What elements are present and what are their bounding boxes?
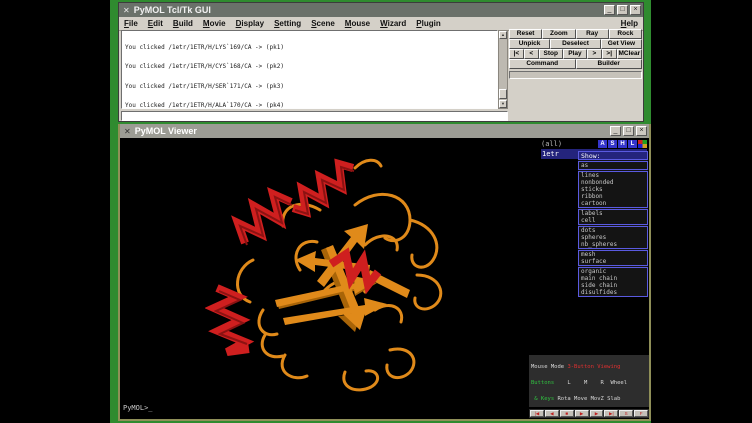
deselect-button[interactable]: Deselect	[550, 39, 601, 49]
object-all-label: (all)	[541, 140, 562, 148]
vcr-f-button[interactable]: F	[634, 410, 648, 417]
feedback-strip	[509, 71, 642, 79]
scroll-down-icon[interactable]: ▼	[499, 100, 507, 108]
unpick-button[interactable]: Unpick	[509, 39, 550, 49]
stop-button[interactable]: Stop	[539, 49, 563, 59]
maximize-button[interactable]: □	[617, 5, 628, 15]
scrollbar-thumb[interactable]	[499, 89, 507, 99]
command-input[interactable]	[121, 111, 508, 121]
menu-item-sticks[interactable]: sticks	[579, 186, 647, 193]
minimize-button[interactable]: _	[604, 5, 615, 15]
menu-help[interactable]: Help	[621, 19, 638, 28]
menu-item-labels[interactable]: labels	[579, 210, 647, 217]
ray-button[interactable]: Ray	[576, 29, 609, 39]
show-button[interactable]: S	[608, 140, 617, 148]
label-button[interactable]: L	[628, 140, 637, 148]
menu-wizard[interactable]: Wizard	[380, 19, 406, 28]
log-line: You clicked /1etr/1ETR/H/CYS`168/CA -> (…	[125, 64, 497, 70]
close-button[interactable]: ×	[630, 5, 641, 15]
menu-movie[interactable]: Movie	[203, 19, 226, 28]
log-line: You clicked /1etr/1ETR/H/LYS`169/CA -> (…	[125, 45, 497, 51]
menu-item-mesh[interactable]: mesh	[579, 251, 647, 258]
menu-item-disulfides[interactable]: disulfides	[579, 289, 647, 296]
movie-last-button[interactable]: >|	[602, 49, 617, 59]
rock-button[interactable]: Rock	[609, 29, 642, 39]
show-menu-header: Show:	[578, 151, 648, 160]
movie-vcr-controls: |◀ ◀ ■ ▶ ▶ ▶| S F	[529, 409, 649, 418]
pymol-viewer-window: ✕ PyMOL Viewer _ □ ×	[118, 124, 651, 421]
vcr-first-button[interactable]: |◀	[530, 410, 544, 417]
mouse-mode-panel: Mouse Mode 3-Button Viewing Buttons L M …	[529, 355, 649, 407]
command-button[interactable]: Command	[509, 59, 576, 69]
menu-mouse[interactable]: Mouse	[345, 19, 370, 28]
menu-item-side-chain[interactable]: side chain	[579, 282, 647, 289]
scroll-up-icon[interactable]: ▲	[499, 31, 507, 39]
object-row-all[interactable]: (all) A S H L	[541, 139, 647, 149]
close-button[interactable]: ×	[636, 126, 647, 136]
menu-item-lines[interactable]: lines	[579, 172, 647, 179]
vcr-prev-button[interactable]: ◀	[545, 410, 559, 417]
menu-plugin[interactable]: Plugin	[416, 19, 440, 28]
window-menu-icon[interactable]: ✕	[124, 127, 131, 136]
get-view-button[interactable]: Get View	[601, 39, 642, 49]
gui-button-panel: Reset Zoom Ray Rock Unpick Deselect Get …	[509, 29, 642, 79]
viewer-window-title: PyMOL Viewer	[135, 126, 610, 136]
vcr-s-button[interactable]: S	[619, 410, 633, 417]
menu-item-spheres[interactable]: spheres	[579, 234, 647, 241]
builder-button[interactable]: Builder	[576, 59, 643, 69]
play-button[interactable]: Play	[563, 49, 587, 59]
pymol-prompt[interactable]: PyMOL>_	[123, 404, 153, 412]
vcr-play-button[interactable]: ▶	[575, 410, 589, 417]
menu-item-ribbon[interactable]: ribbon	[579, 193, 647, 200]
movie-prev-button[interactable]: <	[524, 49, 539, 59]
vcr-stop-button[interactable]: ■	[560, 410, 574, 417]
menu-build[interactable]: Build	[173, 19, 193, 28]
vcr-next-button[interactable]: ▶	[590, 410, 604, 417]
menu-item-nonbonded[interactable]: nonbonded	[579, 179, 647, 186]
movie-first-button[interactable]: |<	[509, 49, 524, 59]
log-line: You clicked /1etr/1ETR/H/SER`171/CA -> (…	[125, 84, 497, 90]
zoom-button[interactable]: Zoom	[542, 29, 575, 39]
color-button[interactable]	[638, 140, 647, 148]
action-button[interactable]: A	[598, 140, 607, 148]
hide-button[interactable]: H	[618, 140, 627, 148]
menu-display[interactable]: Display	[236, 19, 264, 28]
window-menu-icon[interactable]: ✕	[123, 6, 130, 15]
gui-titlebar[interactable]: ✕ PyMOL Tcl/Tk GUI _ □ ×	[119, 3, 643, 17]
menu-item-organic[interactable]: organic	[579, 268, 647, 275]
menu-item-nb-spheres[interactable]: nb_spheres	[579, 241, 647, 248]
menu-file[interactable]: File	[124, 19, 138, 28]
protein-structure	[205, 150, 445, 395]
log-line: You clicked /1etr/1ETR/H/ALA`170/CA -> (…	[125, 103, 497, 109]
menu-item-dots[interactable]: dots	[579, 227, 647, 234]
menu-item-main-chain[interactable]: main chain	[579, 275, 647, 282]
mclear-button[interactable]: MClear	[617, 49, 642, 59]
menu-item-as[interactable]: as	[579, 162, 647, 169]
show-menu: Show: as lines nonbonded sticks ribbon c…	[578, 151, 648, 297]
menu-edit[interactable]: Edit	[148, 19, 163, 28]
log-scrollbar[interactable]: ▲ ▼	[498, 30, 508, 109]
movie-next-button[interactable]: >	[587, 49, 602, 59]
reset-button[interactable]: Reset	[509, 29, 542, 39]
menu-scene[interactable]: Scene	[311, 19, 335, 28]
menu-item-surface[interactable]: surface	[579, 258, 647, 265]
minimize-button[interactable]: _	[610, 126, 621, 136]
vcr-last-button[interactable]: ▶|	[604, 410, 618, 417]
viewport-3d[interactable]: (all) A S H L 1etr Show: as lines nonbon…	[120, 138, 649, 419]
gui-window-title: PyMOL Tcl/Tk GUI	[134, 5, 604, 15]
output-log[interactable]: You clicked /1etr/1ETR/H/LYS`169/CA -> (…	[121, 30, 498, 109]
menu-setting[interactable]: Setting	[274, 19, 301, 28]
pymol-tcltk-gui-window: ✕ PyMOL Tcl/Tk GUI _ □ × File Edit Build…	[118, 2, 644, 122]
menu-item-cartoon[interactable]: cartoon	[579, 200, 647, 207]
viewer-titlebar[interactable]: ✕ PyMOL Viewer _ □ ×	[120, 124, 649, 138]
object-name-label: 1etr	[542, 150, 559, 158]
menu-item-cell[interactable]: cell	[579, 217, 647, 224]
maximize-button[interactable]: □	[623, 126, 634, 136]
